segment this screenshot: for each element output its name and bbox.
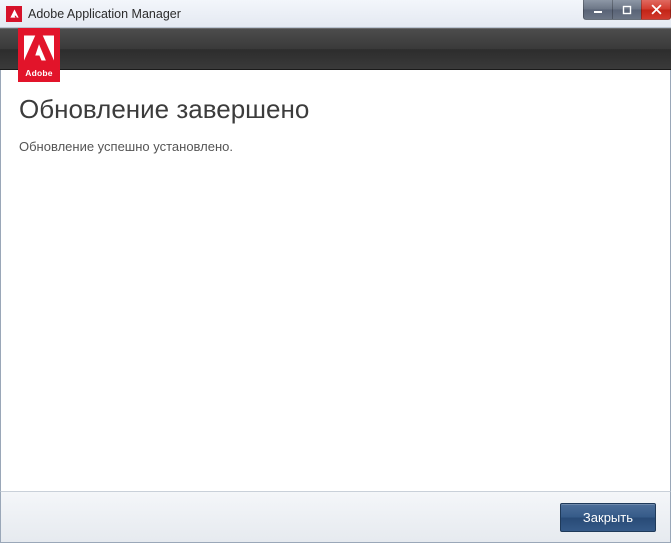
close-button[interactable]: Закрыть: [560, 503, 656, 532]
adobe-logo: Adobe: [18, 28, 60, 82]
content-area: Обновление завершено Обновление успешно …: [0, 70, 671, 491]
page-title: Обновление завершено: [19, 94, 652, 125]
window-titlebar: Adobe Application Manager: [0, 0, 671, 28]
footer-bar: Закрыть: [0, 491, 671, 543]
window-controls: [584, 0, 671, 20]
minimize-button[interactable]: [583, 0, 613, 20]
maximize-button[interactable]: [612, 0, 642, 20]
status-description: Обновление успешно установлено.: [19, 139, 652, 154]
header-bar: Adobe: [0, 28, 671, 70]
window-title: Adobe Application Manager: [28, 7, 181, 21]
adobe-a-icon: [18, 28, 60, 68]
adobe-app-icon: [6, 6, 22, 22]
window-close-button[interactable]: [641, 0, 671, 20]
adobe-logo-text: Adobe: [25, 68, 52, 78]
